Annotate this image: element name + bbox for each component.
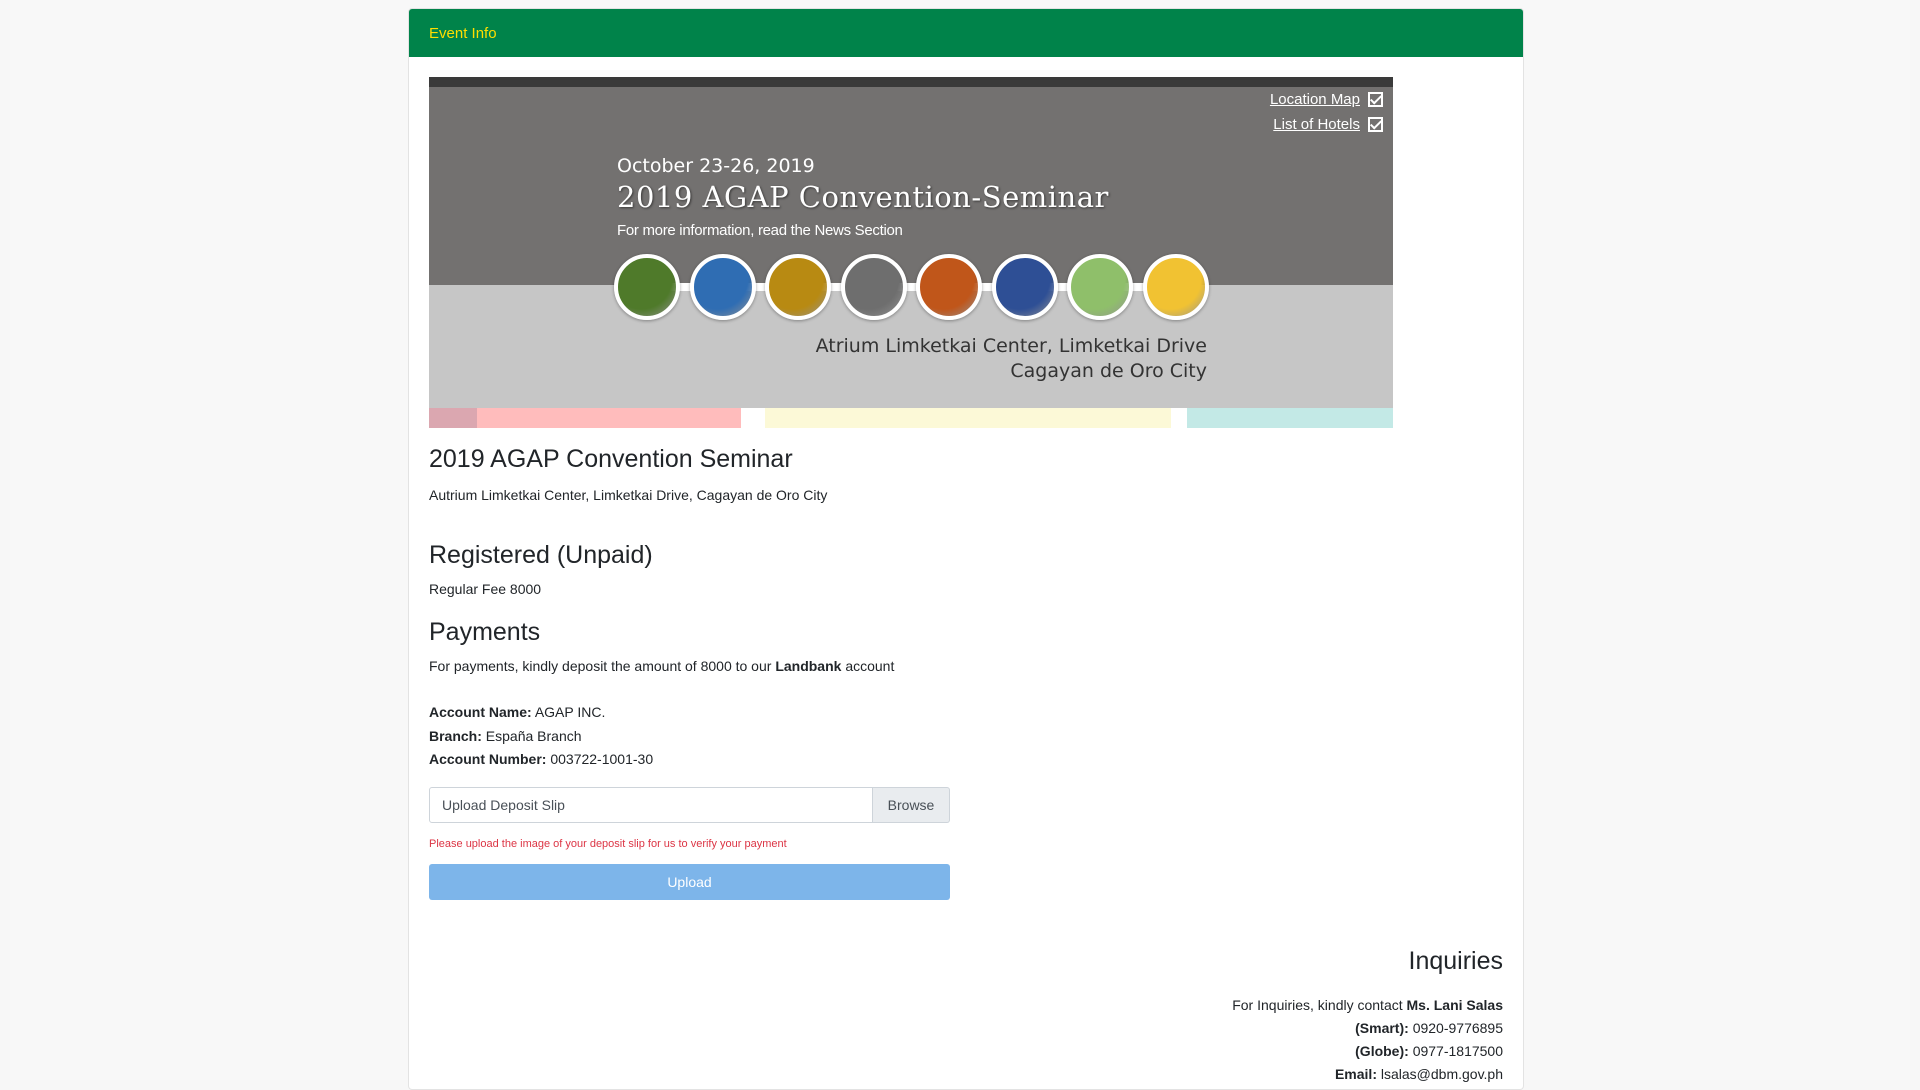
banner-circles [614, 254, 1214, 320]
upload-button[interactable]: Upload [429, 864, 950, 900]
branch-label: Branch: [429, 728, 482, 744]
banner-strip-yellow [765, 408, 1171, 428]
inquiries-contact-name: Ms. Lani Salas [1406, 997, 1503, 1013]
account-number-value: 003722-1001-30 [550, 751, 654, 767]
banner-strip-teal [1187, 408, 1393, 428]
banner-circle-green [614, 254, 680, 320]
account-name-label: Account Name: [429, 704, 532, 720]
branch-value: España Branch [485, 728, 582, 744]
inquiries-globe-row: (Globe): 0977-1817500 [1355, 1043, 1503, 1059]
list-of-hotels-check-icon[interactable] [1368, 117, 1383, 132]
card-body: October 23-26, 2019 2019 AGAP Convention… [409, 57, 1523, 428]
banner-strip-pink [477, 408, 741, 428]
banner-links: Location Map List of Hotels [1270, 91, 1383, 141]
smart-label: (Smart): [1355, 1020, 1409, 1036]
globe-label: (Globe): [1355, 1043, 1409, 1059]
payments-text-prefix: For payments, kindly deposit the amount … [429, 658, 776, 674]
banner-strip-pink-dark [429, 408, 477, 428]
banner-top-bar [429, 77, 1393, 87]
banner-location-line1: Atrium Limketkai Center, Limketkai Drive [815, 335, 1207, 357]
account-name-row: Account Name: AGAP INC. [429, 704, 605, 720]
location-map-row: Location Map [1270, 91, 1383, 108]
account-number-label: Account Number: [429, 751, 547, 767]
list-of-hotels-link[interactable]: List of Hotels [1273, 116, 1360, 133]
banner-circle-gold [765, 254, 831, 320]
event-banner: October 23-26, 2019 2019 AGAP Convention… [429, 77, 1393, 428]
payments-instructions: For payments, kindly deposit the amount … [429, 658, 894, 674]
deposit-slip-placeholder: Upload Deposit Slip [442, 797, 565, 813]
deposit-slip-upload-group: Upload Deposit Slip Browse [429, 787, 950, 823]
event-location: Autrium Limketkai Center, Limketkai Driv… [429, 487, 828, 503]
list-of-hotels-row: List of Hotels [1270, 116, 1383, 133]
payments-text-suffix: account [841, 658, 895, 674]
location-map-check-icon[interactable] [1368, 92, 1383, 107]
inquiries-title: Inquiries [1408, 947, 1504, 975]
branch-row: Branch: España Branch [429, 728, 582, 744]
registration-fee: Regular Fee 8000 [429, 581, 542, 597]
browse-button[interactable]: Browse [873, 787, 950, 823]
registration-status: Registered (Unpaid) [429, 541, 653, 569]
upload-help-text: Please upload the image of your deposit … [429, 838, 787, 850]
deposit-slip-file-input[interactable]: Upload Deposit Slip [429, 787, 873, 823]
account-name-value: AGAP INC. [534, 704, 606, 720]
event-title: 2019 AGAP Convention Seminar [429, 445, 793, 473]
payments-title: Payments [429, 618, 541, 646]
banner-date: October 23-26, 2019 [617, 155, 815, 177]
location-map-link[interactable]: Location Map [1270, 91, 1360, 108]
banner-circle-orange [916, 254, 982, 320]
banner-circle-navy [992, 254, 1058, 320]
banner-circle-yellow [1143, 254, 1209, 320]
inquiries-smart-row: (Smart): 0920-9776895 [1355, 1020, 1503, 1036]
card-header: Event Info [409, 9, 1523, 57]
card-header-title: Event Info [429, 24, 497, 42]
banner-circle-blue [690, 254, 756, 320]
banner-circle-light-green [1067, 254, 1133, 320]
banner-circle-gray [841, 254, 907, 320]
payments-bank-name: Landbank [775, 658, 842, 674]
inquiries-text-prefix: For Inquiries, kindly contact [1232, 997, 1407, 1013]
smart-number: 0920-9776895 [1412, 1020, 1503, 1036]
inquiries-contact: For Inquiries, kindly contact Ms. Lani S… [1232, 997, 1503, 1013]
account-number-row: Account Number: 003722-1001-30 [429, 751, 653, 767]
globe-number: 0977-1817500 [1412, 1043, 1503, 1059]
banner-location-line2: Cagayan de Oro City [1010, 360, 1207, 382]
event-info-card: Event Info October 23-26, 2019 2019 AGAP… [408, 8, 1524, 1090]
banner-title: 2019 AGAP Convention-Seminar [617, 180, 1109, 214]
banner-subtitle: For more information, read the News Sect… [617, 222, 903, 239]
